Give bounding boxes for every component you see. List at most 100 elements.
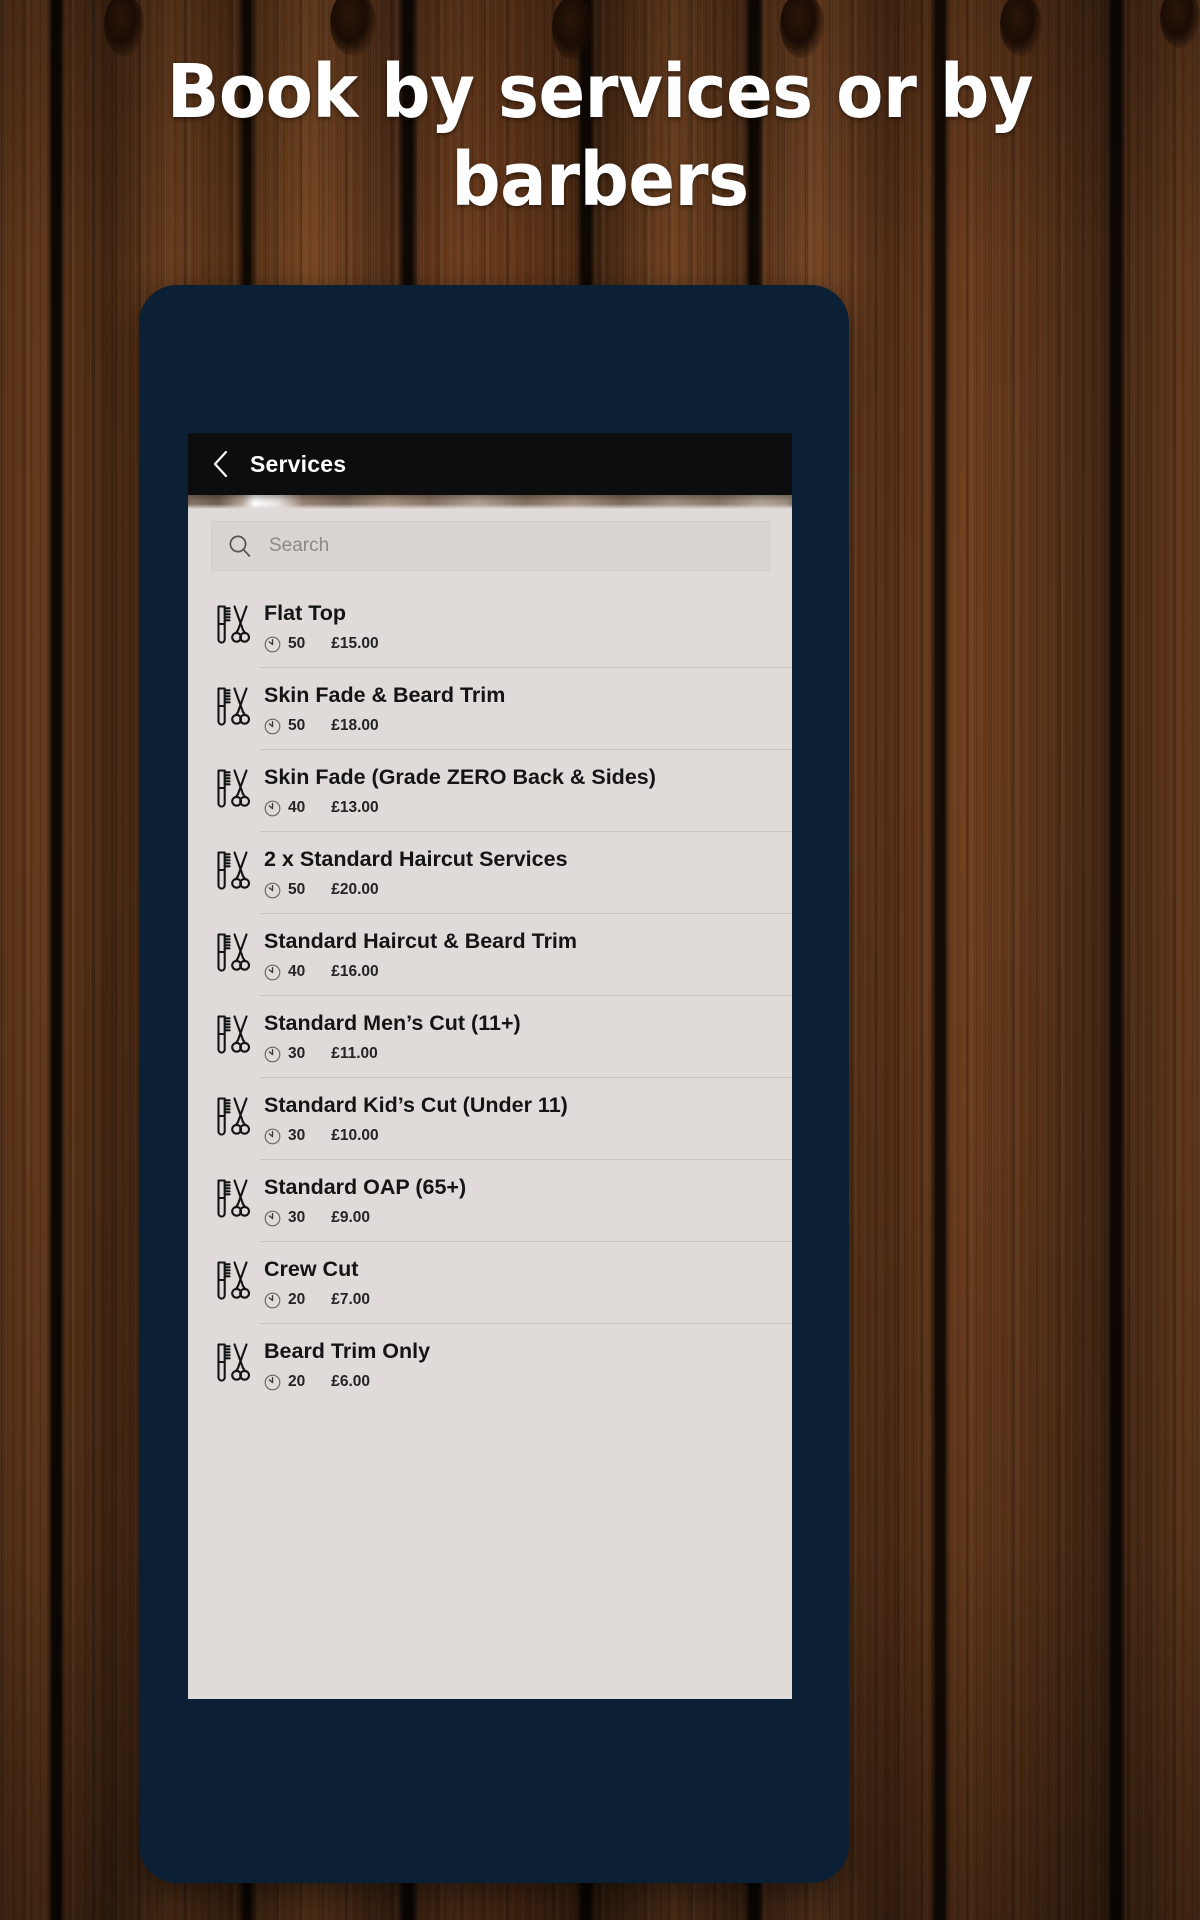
- service-meta: 50 £15.00: [264, 635, 776, 653]
- service-meta: 30 £9.00: [264, 1209, 776, 1227]
- header-photo-strip: [188, 495, 792, 509]
- clock-icon: [264, 1210, 281, 1226]
- service-list-item-3[interactable]: 2 x Standard Haircut Services 50 £20.00: [188, 831, 792, 913]
- service-icon-wrap: [204, 1010, 260, 1057]
- comb-and-scissors-icon: [217, 605, 251, 644]
- service-icon-wrap: [204, 846, 260, 893]
- service-name: Flat Top: [264, 601, 347, 625]
- service-list-item-1[interactable]: Skin Fade & Beard Trim 50 £18.00: [188, 667, 792, 749]
- service-list-item-5[interactable]: Standard Men’s Cut (11+) 30 £11.00: [188, 995, 792, 1077]
- service-price: £9.00: [331, 1209, 371, 1226]
- search-section: Search: [188, 509, 792, 585]
- search-placeholder: Search: [269, 535, 330, 556]
- service-meta: 40 £13.00: [264, 799, 776, 817]
- service-duration: 40: [288, 799, 306, 816]
- service-price: £15.00: [331, 635, 379, 652]
- service-meta: 20 £7.00: [264, 1291, 776, 1309]
- comb-and-scissors-icon: [217, 1261, 251, 1300]
- service-list-item-7[interactable]: Standard OAP (65+) 30 £9.00: [188, 1159, 792, 1241]
- service-details: Standard Haircut & Beard Trim 40 £16.00: [260, 928, 776, 981]
- service-duration: 50: [288, 717, 306, 734]
- service-meta: 20 £6.00: [264, 1373, 776, 1391]
- service-details: Standard Kid’s Cut (Under 11) 30 £10.00: [260, 1092, 776, 1145]
- page-title: Book by services or by barbers: [166, 49, 1034, 223]
- comb-and-scissors-icon: [217, 1015, 251, 1054]
- clock-icon: [264, 718, 281, 734]
- clock-icon: [264, 882, 281, 898]
- clock-icon: [264, 1128, 281, 1144]
- comb-and-scissors-icon: [217, 933, 251, 972]
- service-icon-wrap: [204, 682, 260, 729]
- service-meta: 50 £20.00: [264, 881, 776, 899]
- service-price: £16.00: [331, 963, 379, 980]
- service-icon-wrap: [204, 1338, 260, 1385]
- device-frame: Services Search Flat Top 50 £15.00 Skin …: [139, 285, 849, 1883]
- service-list-item-6[interactable]: Standard Kid’s Cut (Under 11) 30 £10.00: [188, 1077, 792, 1159]
- clock-icon: [264, 800, 281, 816]
- service-list-item-2[interactable]: Skin Fade (Grade ZERO Back & Sides) 40 £…: [188, 749, 792, 831]
- service-price: £10.00: [331, 1127, 379, 1144]
- clock-icon: [264, 636, 281, 652]
- service-duration: 50: [288, 881, 306, 898]
- search-input[interactable]: Search: [211, 521, 770, 571]
- service-duration: 30: [288, 1127, 306, 1144]
- service-name: 2 x Standard Haircut Services: [264, 847, 568, 871]
- service-name: Skin Fade (Grade ZERO Back & Sides): [264, 765, 656, 789]
- service-list-item-4[interactable]: Standard Haircut & Beard Trim 40 £16.00: [188, 913, 792, 995]
- service-list: Flat Top 50 £15.00 Skin Fade & Beard Tri…: [188, 585, 792, 1405]
- service-name: Skin Fade & Beard Trim: [264, 683, 506, 707]
- service-icon-wrap: [204, 1256, 260, 1303]
- clock-icon: [264, 964, 281, 980]
- service-duration: 50: [288, 635, 306, 652]
- service-details: Skin Fade & Beard Trim 50 £18.00: [260, 682, 776, 735]
- service-details: Beard Trim Only 20 £6.00: [260, 1338, 776, 1391]
- service-meta: 40 £16.00: [264, 963, 776, 981]
- comb-and-scissors-icon: [217, 851, 251, 890]
- service-meta: 30 £11.00: [264, 1045, 776, 1063]
- clock-icon: [264, 1374, 281, 1390]
- service-icon-wrap: [204, 928, 260, 975]
- service-details: Skin Fade (Grade ZERO Back & Sides) 40 £…: [260, 764, 776, 817]
- service-details: 2 x Standard Haircut Services 50 £20.00: [260, 846, 776, 899]
- clock-icon: [264, 1292, 281, 1308]
- service-price: £6.00: [331, 1373, 371, 1390]
- service-name: Standard OAP (65+): [264, 1175, 467, 1199]
- comb-and-scissors-icon: [217, 769, 251, 808]
- service-duration: 30: [288, 1045, 306, 1062]
- comb-and-scissors-icon: [217, 687, 251, 726]
- comb-and-scissors-icon: [217, 1343, 251, 1382]
- service-list-item-9[interactable]: Beard Trim Only 20 £6.00: [188, 1323, 792, 1405]
- app-screen: Services Search Flat Top 50 £15.00 Skin …: [188, 433, 792, 1699]
- service-meta: 50 £18.00: [264, 717, 776, 735]
- search-icon: [229, 535, 251, 557]
- service-details: Crew Cut 20 £7.00: [260, 1256, 776, 1309]
- service-price: £18.00: [331, 717, 379, 734]
- service-icon-wrap: [204, 600, 260, 647]
- service-duration: 20: [288, 1291, 306, 1308]
- service-icon-wrap: [204, 1174, 260, 1221]
- comb-and-scissors-icon: [217, 1097, 251, 1136]
- service-name: Standard Kid’s Cut (Under 11): [264, 1093, 568, 1117]
- service-list-item-0[interactable]: Flat Top 50 £15.00: [188, 585, 792, 667]
- service-details: Standard OAP (65+) 30 £9.00: [260, 1174, 776, 1227]
- service-details: Standard Men’s Cut (11+) 30 £11.00: [260, 1010, 776, 1063]
- service-name: Standard Men’s Cut (11+): [264, 1011, 521, 1035]
- promo-screenshot: Book by services or by barbers Services: [0, 0, 1200, 1920]
- service-meta: 30 £10.00: [264, 1127, 776, 1145]
- app-header: Services: [188, 433, 792, 495]
- service-icon-wrap: [204, 764, 260, 811]
- service-price: £7.00: [331, 1291, 371, 1308]
- service-icon-wrap: [204, 1092, 260, 1139]
- service-duration: 40: [288, 963, 306, 980]
- back-button[interactable]: [204, 447, 238, 481]
- app-header-title: Services: [250, 450, 347, 477]
- clock-icon: [264, 1046, 281, 1062]
- service-price: £13.00: [331, 799, 379, 816]
- service-list-item-8[interactable]: Crew Cut 20 £7.00: [188, 1241, 792, 1323]
- service-duration: 30: [288, 1209, 306, 1226]
- comb-and-scissors-icon: [217, 1179, 251, 1218]
- service-details: Flat Top 50 £15.00: [260, 600, 776, 653]
- chevron-left-icon: [213, 450, 228, 478]
- service-duration: 20: [288, 1373, 306, 1390]
- service-name: Beard Trim Only: [264, 1339, 431, 1363]
